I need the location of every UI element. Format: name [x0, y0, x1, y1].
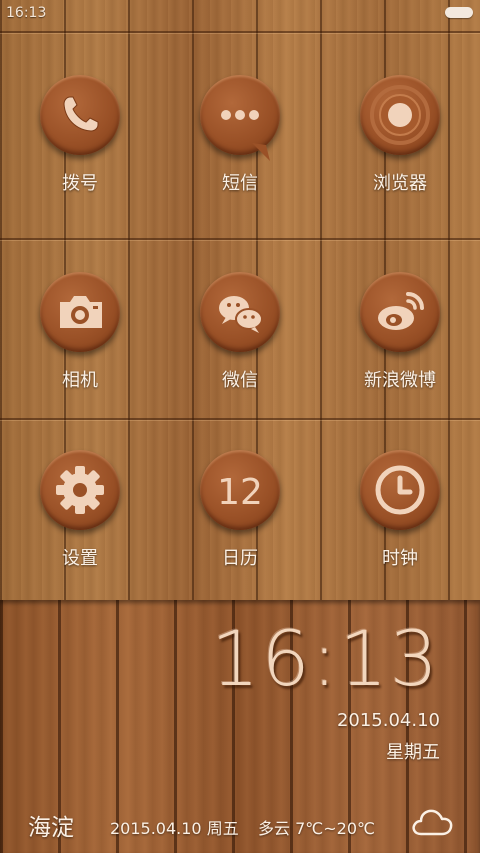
calendar-day: 12 — [217, 472, 263, 513]
status-time: 16:13 — [6, 5, 47, 21]
camera-icon — [40, 272, 120, 352]
weather-date: 2015.04.10 周五 — [110, 819, 239, 838]
app-label: 相机 — [62, 370, 98, 391]
weather-city[interactable]: 海淀 — [28, 808, 74, 842]
battery-icon — [445, 7, 473, 18]
app-label: 短信 — [222, 173, 258, 194]
clock-widget-time[interactable]: 16:13 — [211, 614, 440, 703]
app-calendar[interactable]: 12 日历 — [165, 450, 315, 570]
app-clock[interactable]: 时钟 — [325, 450, 475, 570]
app-label: 拨号 — [62, 173, 98, 194]
gear-icon — [40, 450, 120, 530]
browser-icon — [360, 75, 440, 155]
status-bar: 16:13 — [0, 0, 480, 28]
clock-widget-weekday: 星期五 — [386, 742, 440, 763]
weibo-icon — [360, 272, 440, 352]
app-camera[interactable]: 相机 — [5, 272, 155, 392]
clock-icon — [360, 450, 440, 530]
app-label: 新浪微博 — [364, 370, 436, 391]
message-icon — [200, 75, 280, 161]
app-messages[interactable]: 短信 — [165, 75, 315, 195]
weather-condition: 多云 7℃~20℃ — [258, 819, 375, 838]
shelf-divider — [0, 418, 480, 420]
app-browser[interactable]: 浏览器 — [325, 75, 475, 195]
app-label: 日历 — [222, 548, 258, 569]
app-label: 时钟 — [382, 548, 418, 569]
app-label: 微信 — [222, 370, 258, 391]
app-label: 浏览器 — [373, 173, 427, 194]
wechat-icon — [200, 272, 280, 352]
app-label: 设置 — [62, 548, 98, 569]
app-weibo[interactable]: 新浪微博 — [325, 272, 475, 392]
calendar-icon: 12 — [200, 450, 280, 530]
phone-icon — [40, 75, 120, 155]
shelf-divider — [0, 238, 480, 240]
clock-widget-date: 2015.04.10 — [336, 710, 440, 731]
app-dialer[interactable]: 拨号 — [5, 75, 155, 195]
app-settings[interactable]: 设置 — [5, 450, 155, 570]
app-wechat[interactable]: 微信 — [165, 272, 315, 392]
cloud-icon[interactable] — [410, 805, 454, 843]
shelf-divider — [0, 31, 480, 33]
